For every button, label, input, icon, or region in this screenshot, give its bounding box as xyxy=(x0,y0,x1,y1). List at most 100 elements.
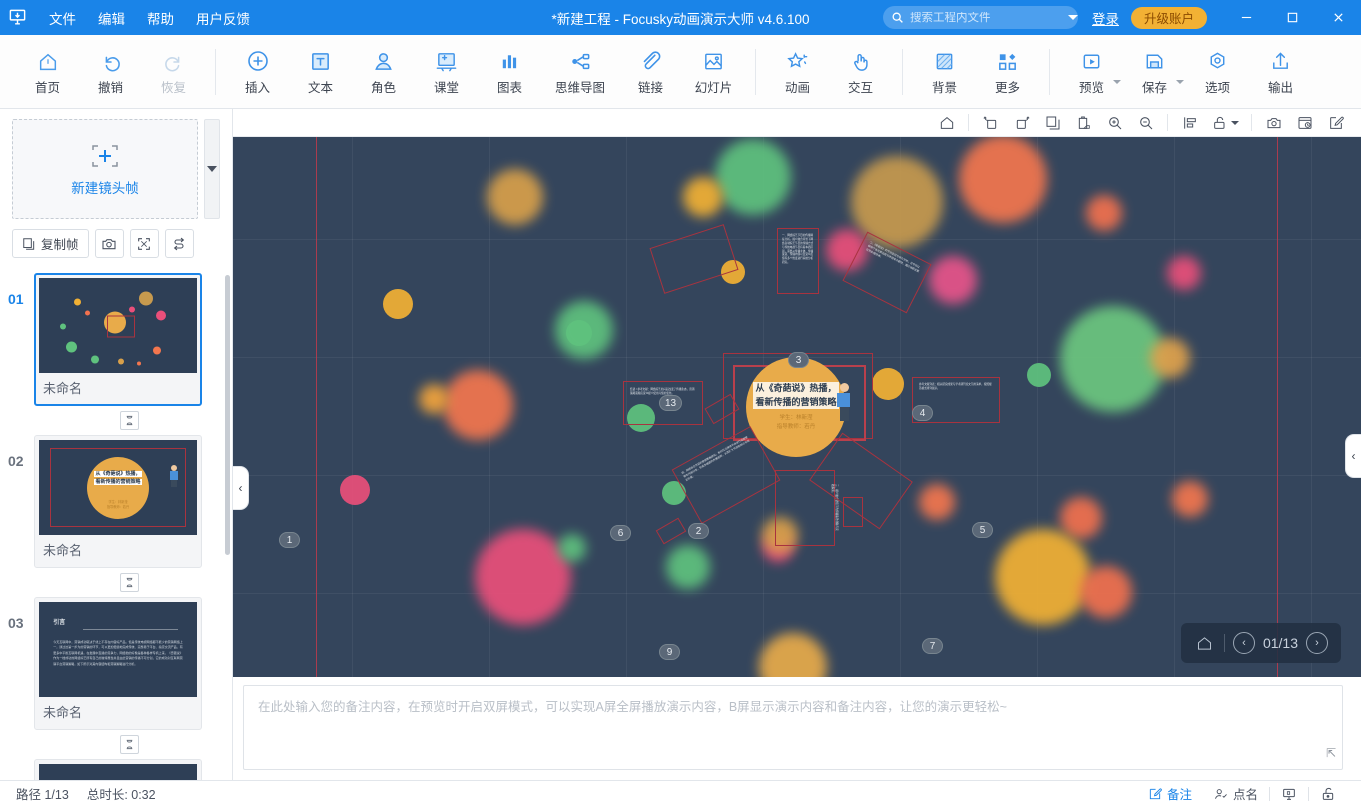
frame-badge-3[interactable]: 3 xyxy=(788,352,809,368)
rotate-right-button[interactable] xyxy=(1008,112,1035,134)
list-item[interactable]: 03 引言 今天互联网中，营销成功取决于线上不存在内容好产品，但是传统电视网络都… xyxy=(0,597,232,730)
canvas-home-button[interactable] xyxy=(933,112,960,134)
ribbon-button-undo[interactable]: 撤销 xyxy=(79,39,142,105)
chevron-down-icon[interactable] xyxy=(1067,15,1078,20)
frame-badge-5[interactable]: 5 xyxy=(972,522,993,538)
center-title-line2: 看新传播的营销策略 xyxy=(753,395,839,409)
rotate-left-button[interactable] xyxy=(977,112,1004,134)
ribbon-divider xyxy=(755,48,756,95)
chevron-down-icon[interactable] xyxy=(1176,79,1184,84)
menu-item-help[interactable]: 帮助 xyxy=(136,4,185,32)
lock-button[interactable] xyxy=(1207,112,1243,134)
menu-item-file[interactable]: 文件 xyxy=(38,4,87,32)
ribbon-button-text[interactable]: 文本 xyxy=(289,39,352,105)
ribbon-label-more: 更多 xyxy=(994,81,1020,95)
hourglass-icon[interactable] xyxy=(120,411,139,430)
align-button[interactable] xyxy=(1176,112,1203,134)
collapse-right-panel-button[interactable]: ‹ xyxy=(1345,434,1361,478)
history-button[interactable] xyxy=(1291,112,1318,134)
slide-name[interactable]: 未命名 xyxy=(39,373,197,401)
paste-button[interactable] xyxy=(1070,112,1097,134)
slide-name[interactable]: 未命名 xyxy=(39,535,197,563)
edit-button[interactable] xyxy=(1322,112,1349,134)
ribbon-button-save[interactable]: 保存 xyxy=(1123,39,1186,105)
menu-item-feedback[interactable]: 用户反馈 xyxy=(185,4,261,32)
interaction-hand-icon xyxy=(849,47,872,73)
list-item[interactable]: 02 从《奇葩说》热播， 看新传播的营销策略 学生：林新滢 指导教师：若丹 未命… xyxy=(0,435,232,568)
login-link[interactable]: 登录 xyxy=(1092,8,1119,28)
path-label: 路径 1/13 xyxy=(16,788,69,802)
ribbon-button-insert[interactable]: 插入 xyxy=(226,39,289,105)
zoom-out-button[interactable] xyxy=(1132,112,1159,134)
frame-badge-6[interactable]: 6 xyxy=(610,525,631,541)
ribbon-button-redo[interactable]: 恢复 xyxy=(142,39,205,105)
upgrade-account-button[interactable]: 升级账户 xyxy=(1130,6,1207,29)
fit-frame-button[interactable] xyxy=(129,229,159,258)
reorder-path-button[interactable] xyxy=(164,229,194,258)
search-box[interactable] xyxy=(882,6,1078,29)
presentation-canvas[interactable]: 从《奇葩说》热播， 看新传播的营销策略 学生：林新滢 指导教师：若丹 一、网络综… xyxy=(233,137,1361,677)
ribbon-button-export[interactable]: 输出 xyxy=(1249,39,1312,105)
ribbon-button-animation[interactable]: 动画 xyxy=(766,39,829,105)
search-input[interactable] xyxy=(909,11,1064,24)
slide-card-03[interactable]: 引言 今天互联网中，营销成功取决于线上不存在内容好产品，但是传统电视网络都不能少… xyxy=(34,597,202,730)
ribbon-button-classroom[interactable]: 课堂 xyxy=(415,39,478,105)
ribbon-button-slide[interactable]: 幻灯片 xyxy=(682,39,745,105)
ribbon-button-chart[interactable]: 图表 xyxy=(478,39,541,105)
ribbon-button-interaction[interactable]: 交互 xyxy=(829,39,892,105)
duplicate-frame-button[interactable]: 复制帧 xyxy=(12,229,89,258)
notes-toggle-button[interactable]: 备注 xyxy=(1137,781,1203,806)
frame-badge-4[interactable]: 4 xyxy=(912,405,933,421)
chevron-right-circle-icon[interactable]: › xyxy=(1306,632,1328,654)
hourglass-icon[interactable] xyxy=(120,573,139,592)
ribbon-button-preview[interactable]: 预览 xyxy=(1060,39,1123,105)
slides-list[interactable]: 01 未命名 02 从《奇葩说》热播， 看新传播的营销策略 学生：林新滢 指导教… xyxy=(0,273,232,780)
frame-badge-7[interactable]: 7 xyxy=(922,638,943,654)
rollcall-button[interactable]: 点名 xyxy=(1203,781,1269,806)
slide-card-02[interactable]: 从《奇葩说》热播， 看新传播的营销策略 学生：林新滢 指导教师：若丹 未命名 xyxy=(34,435,202,568)
frame-badge-13[interactable]: 13 xyxy=(659,395,683,411)
ribbon-button-background[interactable]: 背景 xyxy=(913,39,976,105)
ribbon-button-home[interactable]: 首页 xyxy=(16,39,79,105)
ribbon-button-mindmap[interactable]: 思维导图 xyxy=(541,39,619,105)
snapshot-button[interactable] xyxy=(1260,112,1287,134)
canvas-bubble xyxy=(443,370,513,440)
home-outline-icon[interactable] xyxy=(1194,632,1216,654)
list-item[interactable]: 04 未命名 xyxy=(0,759,232,780)
frame-badge-1[interactable]: 1 xyxy=(279,532,300,548)
slides-scrollbar[interactable] xyxy=(225,275,230,555)
frame-badge-9[interactable]: 9 xyxy=(659,644,680,660)
copy-button[interactable] xyxy=(1039,112,1066,134)
zoom-in-button[interactable] xyxy=(1101,112,1128,134)
menu-item-edit[interactable]: 编辑 xyxy=(87,4,136,32)
chevron-left-circle-icon[interactable]: ‹ xyxy=(1232,632,1255,654)
ribbon-button-character[interactable]: 角色 xyxy=(352,39,415,105)
ribbon-button-more[interactable]: 更多 xyxy=(976,39,1039,105)
capture-frame-button[interactable] xyxy=(94,229,124,258)
ribbon-button-options[interactable]: 选项 xyxy=(1186,39,1249,105)
ribbon-group-output: 预览 保存 选项 输出 xyxy=(1060,35,1312,108)
slide-name[interactable]: 未命名 xyxy=(39,697,197,725)
list-item[interactable]: 01 未命名 xyxy=(0,273,232,406)
frame-badge-2[interactable]: 2 xyxy=(688,523,709,539)
maximize-icon[interactable] xyxy=(1269,0,1315,35)
frame-scroll-down-button[interactable] xyxy=(204,119,220,219)
notes-input[interactable]: 在此处输入您的备注内容，在预览时开启双屏模式，可以实现A屏全屏播放演示内容，B屏… xyxy=(243,685,1343,770)
lock-screen-button[interactable] xyxy=(1309,781,1347,806)
chevron-down-icon[interactable] xyxy=(1230,120,1239,125)
hourglass-icon[interactable] xyxy=(120,735,139,754)
frame-small-c[interactable] xyxy=(843,497,863,527)
collapse-slides-panel-button[interactable]: ‹ xyxy=(233,466,249,510)
slide-card-04[interactable]: 未命名 xyxy=(34,759,202,780)
resize-handle-icon[interactable]: ⇱ xyxy=(1326,744,1336,763)
ribbon-button-link[interactable]: 链接 xyxy=(619,39,682,105)
slide-card-01[interactable]: 未命名 xyxy=(34,273,202,406)
frame-note-3: 一、网络综艺节目的传播特征分析。媒介融合背景下网络自制综艺节目的传播方式与传统电… xyxy=(782,234,814,265)
toolbar-divider xyxy=(968,114,969,131)
new-camera-frame-button[interactable]: 新建镜头帧 xyxy=(12,119,198,219)
minimize-icon[interactable] xyxy=(1223,0,1269,35)
status-right: 备注 点名 xyxy=(1137,781,1361,806)
presenter-screen-button[interactable] xyxy=(1270,781,1308,806)
chevron-down-icon[interactable] xyxy=(1113,79,1121,84)
close-icon[interactable] xyxy=(1315,0,1361,35)
